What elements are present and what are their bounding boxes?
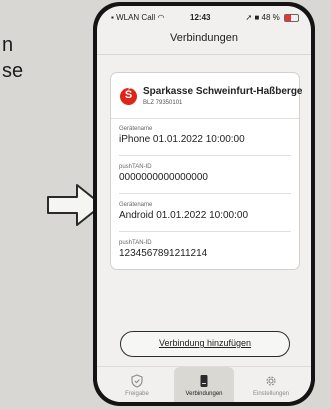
- wifi-icon: ◠: [157, 13, 165, 22]
- phone-icon: [200, 375, 208, 387]
- lock-icon: ■: [254, 13, 260, 22]
- tab-label: Einstellungen: [252, 391, 290, 397]
- bank-blz: BLZ 79350101: [143, 100, 183, 106]
- status-right: ➚ ■ 48 %: [246, 13, 299, 22]
- carrier-label: ▪ WLAN Call ◠: [111, 13, 164, 22]
- card-header: Ś Sparkasse Schweinfurt-Haßberge BLZ 793…: [111, 73, 303, 119]
- field-value: Android 01.01.2022 10:00:00: [119, 210, 248, 221]
- gear-icon: [266, 376, 276, 386]
- background-text: n se: [2, 32, 23, 84]
- phone-screen: ▪ WLAN Call ◠ 12:43 ➚ ■ 48 % Verbindunge…: [97, 6, 311, 402]
- tab-bar: Freigabe Verbindungen Einstellungen: [97, 366, 311, 402]
- field-value: iPhone 01.01.2022 10:00:00: [119, 134, 245, 145]
- field-label: Gerätename: [119, 126, 153, 132]
- status-bar: ▪ WLAN Call ◠ 12:43 ➚ ■ 48 %: [97, 12, 311, 26]
- status-time: 12:43: [190, 13, 211, 22]
- divider: [119, 231, 291, 232]
- divider: [97, 54, 311, 55]
- divider: [119, 193, 291, 194]
- location-icon: ➚: [245, 13, 253, 22]
- carrier-text: WLAN Call: [116, 13, 156, 22]
- tab-verbindungen[interactable]: Verbindungen: [174, 367, 234, 402]
- battery-percent: 48 %: [261, 13, 280, 22]
- tab-einstellungen[interactable]: Einstellungen: [241, 367, 301, 402]
- tab-freigabe[interactable]: Freigabe: [107, 367, 167, 402]
- field-label: Gerätename: [119, 202, 153, 208]
- field-value: 0000000000000000: [119, 172, 208, 183]
- phone-frame: ▪ WLAN Call ◠ 12:43 ➚ ■ 48 % Verbindunge…: [93, 2, 315, 406]
- bank-name: Sparkasse Schweinfurt-Haßberge: [143, 86, 303, 97]
- add-connection-button[interactable]: Verbindung hinzufügen: [120, 331, 290, 357]
- field-label: pushTAN-ID: [119, 164, 152, 170]
- battery-icon: [284, 13, 299, 22]
- background-text-line: n: [2, 34, 14, 56]
- shield-check-icon: [131, 374, 143, 388]
- signal-icon: ▪: [111, 13, 114, 22]
- page-title: Verbindungen: [170, 32, 238, 44]
- sparkasse-logo-icon: Ś: [120, 88, 137, 105]
- background-text-line: se: [2, 60, 24, 82]
- connection-card: Ś Sparkasse Schweinfurt-Haßberge BLZ 793…: [110, 72, 303, 270]
- divider: [119, 155, 291, 156]
- tab-label: Freigabe: [125, 391, 149, 397]
- add-connection-label: Verbindung hinzufügen: [158, 338, 252, 348]
- field-value: 1234567891211214: [119, 248, 208, 259]
- field-label: pushTAN-ID: [119, 240, 152, 246]
- tab-label: Verbindungen: [185, 391, 223, 397]
